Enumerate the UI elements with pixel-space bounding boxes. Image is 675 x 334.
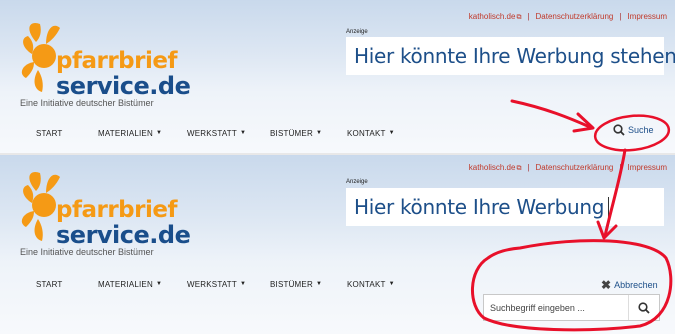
search-form xyxy=(483,294,660,321)
logo-tagline: Eine Initiative deutscher Bistümer xyxy=(20,98,154,108)
katholisch-link[interactable]: katholisch.de xyxy=(469,163,516,172)
site-logo[interactable]: pfarrbrief service.de Eine Initiative de… xyxy=(20,167,191,257)
cancel-search-label: Abbrechen xyxy=(614,280,658,290)
logo-text-service: service.de xyxy=(56,72,191,100)
nav-start[interactable]: START xyxy=(36,129,62,138)
ad-text: Hier könnte Ihre Werbung xyxy=(354,195,605,219)
nav-kontakt[interactable]: KONTAKT ▼ xyxy=(347,129,395,138)
cancel-search-button[interactable]: ✖ Abbrechen xyxy=(601,278,658,292)
logo-text-pfarrbrief: pfarrbrief xyxy=(56,197,177,223)
ad-banner[interactable]: Hier könnte Ihre Werbung stehen xyxy=(346,37,675,75)
ad-label: Anzeige xyxy=(346,179,368,185)
external-link-icon: ⧉ xyxy=(516,14,522,21)
ad-text: Hier könnte Ihre Werbung stehen xyxy=(354,44,675,68)
logo-text-service: service.de xyxy=(56,221,191,249)
datenschutz-link[interactable]: Datenschutzerklärung xyxy=(536,12,614,21)
datenschutz-link[interactable]: Datenschutzerklärung xyxy=(536,163,614,172)
impressum-link[interactable]: Impressum xyxy=(627,163,667,172)
external-link-icon: ⧉ xyxy=(516,165,522,172)
ad-label: Anzeige xyxy=(346,29,368,35)
impressum-link[interactable]: Impressum xyxy=(627,12,667,21)
nav-kontakt[interactable]: KONTAKT ▼ xyxy=(347,280,395,289)
search-toggle-label: Suche xyxy=(628,125,654,135)
text-cursor xyxy=(608,196,610,221)
site-logo[interactable]: pfarrbrief service.de Eine Initiative de… xyxy=(20,18,191,108)
search-toggle-button[interactable]: Suche xyxy=(613,124,654,136)
main-nav: START MATERIALIEN ▼ WERKSTATT ▼ BISTÜMER ▼ … xyxy=(0,129,675,149)
search-icon xyxy=(613,124,625,136)
nav-werkstatt[interactable]: WERKSTATT ▼ xyxy=(187,129,246,138)
katholisch-link[interactable]: katholisch.de xyxy=(469,12,516,21)
close-icon: ✖ xyxy=(601,278,612,292)
top-links: katholisch.de⧉ | Datenschutzerklärung | Impr… xyxy=(468,12,667,21)
nav-materialien[interactable]: MATERIALIEN ▼ xyxy=(98,129,162,138)
caret-down-icon: ▼ xyxy=(155,130,163,136)
caret-down-icon: ▼ xyxy=(315,130,323,136)
search-submit-button[interactable] xyxy=(628,295,659,320)
caret-down-icon: ▼ xyxy=(315,281,323,287)
nav-werkstatt[interactable]: WERKSTATT ▼ xyxy=(187,280,246,289)
caret-down-icon: ▼ xyxy=(155,281,163,287)
top-links: katholisch.de⧉ | Datenschutzerklärung | Impr… xyxy=(468,163,667,172)
ad-banner[interactable]: Hier könnte Ihre Werbung xyxy=(346,188,664,226)
logo-tagline: Eine Initiative deutscher Bistümer xyxy=(20,247,154,257)
nav-bistuemer[interactable]: BISTÜMER ▼ xyxy=(270,129,322,138)
caret-down-icon: ▼ xyxy=(239,130,247,136)
header-expanded-search: katholisch.de⧉ | Datenschutzerklärung | Impr… xyxy=(0,155,675,334)
search-input[interactable] xyxy=(484,295,630,320)
caret-down-icon: ▼ xyxy=(388,130,395,136)
nav-bistuemer[interactable]: BISTÜMER ▼ xyxy=(270,280,322,289)
search-icon xyxy=(638,301,650,314)
logo-text-pfarrbrief: pfarrbrief xyxy=(56,48,177,74)
caret-down-icon: ▼ xyxy=(388,281,395,287)
nav-materialien[interactable]: MATERIALIEN ▼ xyxy=(98,280,162,289)
header-collapsed-search: katholisch.de⧉ | Datenschutzerklärung | Impr… xyxy=(0,0,675,154)
caret-down-icon: ▼ xyxy=(239,281,247,287)
nav-start[interactable]: START xyxy=(36,280,62,289)
